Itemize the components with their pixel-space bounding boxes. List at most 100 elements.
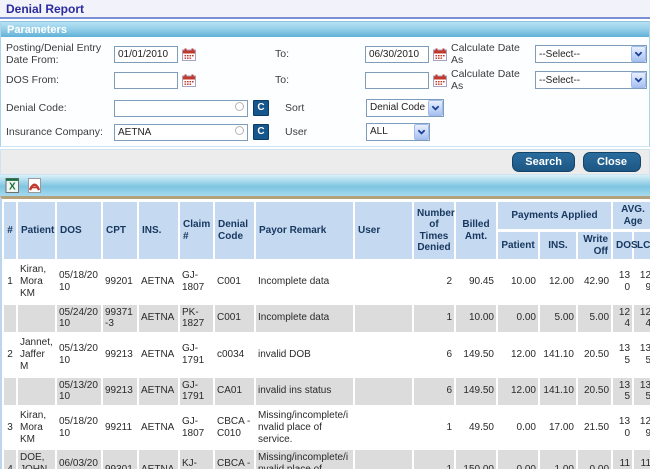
dos-calc-date-select[interactable]: --Select-- bbox=[535, 71, 647, 89]
excel-export-icon[interactable]: X bbox=[5, 178, 20, 193]
cell-claim: PK-1827 bbox=[180, 305, 213, 333]
calendar-icon[interactable] bbox=[182, 74, 196, 87]
pdf-export-icon[interactable] bbox=[27, 178, 42, 193]
col-header-pa-write-off: Write Off bbox=[578, 232, 611, 259]
cell-age-lcd: 114 bbox=[634, 450, 650, 469]
cell-denial-code: CBCA - C010 bbox=[215, 408, 254, 447]
cell-patient: DOE, JOHN M bbox=[18, 450, 55, 469]
cell-pa-patient: 0.00 bbox=[498, 450, 538, 469]
cell-index: 4 bbox=[4, 450, 16, 469]
table-row: 3 Kiran, Mora KM 05/18/2010 99211 AETNA … bbox=[4, 408, 650, 447]
cell-age-lcd: 129 bbox=[634, 408, 650, 447]
posting-date-from-input[interactable] bbox=[114, 46, 178, 63]
cell-payor-remark: Missing/incomplete/invalid place of serv… bbox=[256, 450, 353, 469]
cell-pa-ins: 12.00 bbox=[540, 262, 576, 301]
cell-ins: AETNA bbox=[139, 450, 178, 469]
cell-age-dos: 124 bbox=[613, 305, 632, 333]
insurance-label: Insurance Company: bbox=[6, 126, 114, 138]
cell-user bbox=[355, 450, 412, 469]
cell-ins: AETNA bbox=[139, 305, 178, 333]
cell-cpt: 99213 bbox=[103, 378, 137, 406]
cell-billed-amt: 10.00 bbox=[456, 305, 496, 333]
cell-index bbox=[4, 378, 16, 406]
dos-from-input[interactable] bbox=[114, 72, 178, 89]
cell-payor-remark: invalid DOB bbox=[256, 335, 353, 374]
cell-index: 3 bbox=[4, 408, 16, 447]
insurance-clear-button[interactable]: C bbox=[253, 124, 269, 140]
cell-times-denied: 6 bbox=[414, 378, 454, 406]
calendar-icon[interactable] bbox=[433, 48, 447, 61]
insurance-lookup-wrap bbox=[114, 122, 248, 141]
posting-date-to-input[interactable] bbox=[365, 46, 429, 63]
col-header-age-dos: DOS bbox=[613, 232, 632, 259]
cell-billed-amt: 149.50 bbox=[456, 335, 496, 374]
denial-code-clear-button[interactable]: C bbox=[253, 100, 269, 116]
cell-user bbox=[355, 305, 412, 333]
calendar-icon[interactable] bbox=[433, 74, 447, 87]
cell-patient: Kiran, Mora KM bbox=[18, 262, 55, 301]
dos-to-label: To: bbox=[275, 74, 365, 86]
parameters-panel: Parameters Posting/Denial Entry Date Fro… bbox=[0, 21, 650, 147]
user-select[interactable]: ALL bbox=[366, 123, 430, 141]
table-row: 05/24/2010 99371-3 AETNA PK-1827 C001 In… bbox=[4, 305, 650, 333]
dos-date-row: DOS From: To: Calculate Date As bbox=[1, 68, 649, 92]
cell-billed-amt: 90.45 bbox=[456, 262, 496, 301]
page-title: Denial Report bbox=[6, 2, 84, 16]
chevron-down-icon bbox=[631, 72, 646, 88]
cell-dos: 05/24/2010 bbox=[57, 305, 101, 333]
col-header-times-denied: Number of Times Denied bbox=[414, 202, 454, 259]
cell-pa-patient: 12.00 bbox=[498, 378, 538, 406]
denial-code-input[interactable] bbox=[114, 100, 248, 117]
cell-age-lcd: 129 bbox=[634, 262, 650, 301]
col-header-ins: INS. bbox=[139, 202, 178, 259]
cell-claim: GJ-1807 bbox=[180, 408, 213, 447]
cell-ins: AETNA bbox=[139, 335, 178, 374]
dos-to-input[interactable] bbox=[365, 72, 429, 89]
cell-age-dos: 114 bbox=[613, 450, 632, 469]
calendar-icon[interactable] bbox=[182, 48, 196, 61]
cell-payor-remark: Incomplete data bbox=[256, 262, 353, 301]
sort-select-value: Denial Code bbox=[367, 102, 428, 113]
cell-pa-ins: 141.10 bbox=[540, 378, 576, 406]
cell-pa-write-off: 21.50 bbox=[578, 408, 611, 447]
cell-times-denied: 2 bbox=[414, 262, 454, 301]
report-table-body: 1 Kiran, Mora KM 05/18/2010 99201 AETNA … bbox=[4, 262, 650, 469]
cell-times-denied: 1 bbox=[414, 408, 454, 447]
cell-denial-code: CBCA - C010 bbox=[215, 450, 254, 469]
cell-cpt: 99371-3 bbox=[103, 305, 137, 333]
cell-pa-ins: 141.10 bbox=[540, 335, 576, 374]
sort-select[interactable]: Denial Code bbox=[366, 99, 444, 117]
col-header-user: User bbox=[355, 202, 412, 259]
posting-date-label: Posting/Denial Entry Date From: bbox=[6, 42, 114, 66]
cell-age-lcd: 124 bbox=[634, 305, 650, 333]
posting-date-to-label: To: bbox=[275, 48, 365, 60]
cell-pa-patient: 10.00 bbox=[498, 262, 538, 301]
cell-patient bbox=[18, 378, 55, 406]
denial-code-lookup-wrap bbox=[114, 98, 248, 117]
search-button[interactable]: Search bbox=[512, 152, 575, 172]
cell-patient bbox=[18, 305, 55, 333]
cell-cpt: 99301 bbox=[103, 450, 137, 469]
cell-pa-patient: 0.00 bbox=[498, 408, 538, 447]
report-table-header: # Patient DOS CPT INS. Claim # Denial Co… bbox=[4, 202, 650, 259]
close-button[interactable]: Close bbox=[583, 152, 641, 172]
posting-calc-date-select[interactable]: --Select-- bbox=[535, 45, 647, 63]
cell-pa-patient: 0.00 bbox=[498, 305, 538, 333]
cell-pa-write-off: 0.00 bbox=[578, 450, 611, 469]
col-header-age-lcd: LCD bbox=[634, 232, 650, 259]
cell-denial-code: CA01 bbox=[215, 378, 254, 406]
denial-report-table: # Patient DOS CPT INS. Claim # Denial Co… bbox=[2, 199, 650, 469]
col-group-payments-applied: Payments Applied bbox=[498, 202, 611, 229]
dos-calc-date-label: Calculate Date As bbox=[451, 68, 532, 92]
cell-claim: KJ-1862 bbox=[180, 450, 213, 469]
insurance-input[interactable] bbox=[114, 124, 248, 141]
actions-bar: Search Close bbox=[0, 149, 650, 175]
cell-ins: AETNA bbox=[139, 378, 178, 406]
cell-billed-amt: 49.50 bbox=[456, 408, 496, 447]
chevron-down-icon bbox=[414, 124, 429, 140]
cell-user bbox=[355, 335, 412, 374]
cell-patient: Jannet, Jaffer M bbox=[18, 335, 55, 374]
title-bar: Denial Report bbox=[0, 0, 650, 19]
posting-calc-date-label: Calculate Date As bbox=[451, 42, 532, 66]
cell-denial-code: C001 bbox=[215, 305, 254, 333]
